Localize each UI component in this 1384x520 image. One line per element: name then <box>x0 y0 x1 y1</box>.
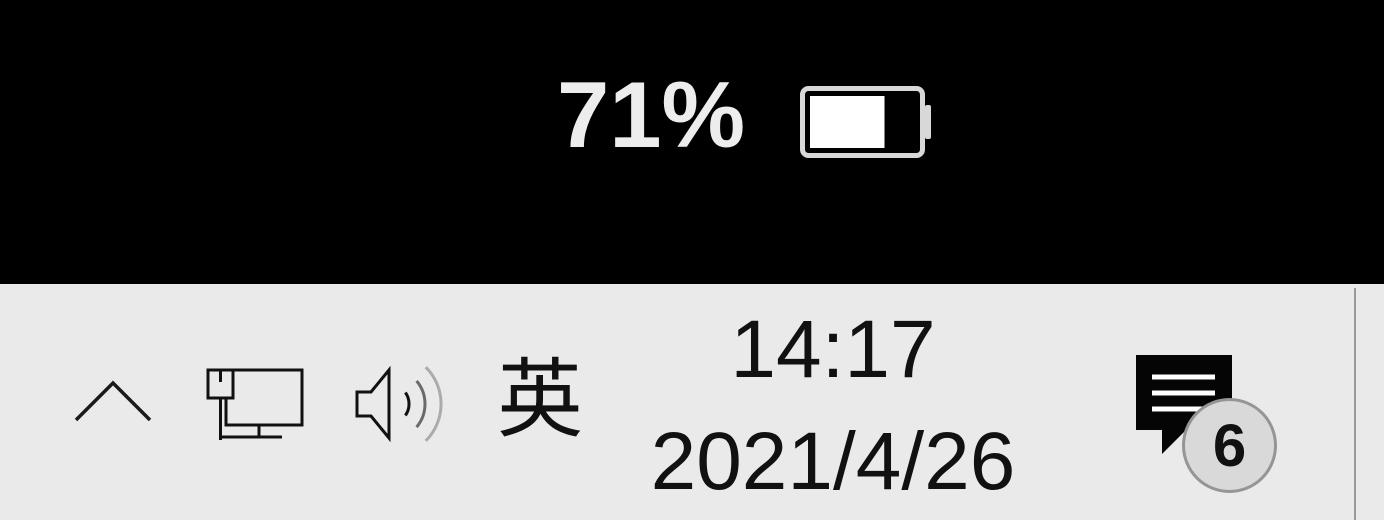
chevron-stroke <box>74 380 152 422</box>
speaker-volume-icon <box>355 365 443 443</box>
action-center-button[interactable]: 6 <box>1120 340 1290 495</box>
battery-flyout: 71% <box>0 0 1384 284</box>
ethernet-network-icon <box>206 368 304 440</box>
volume-wave-3 <box>424 366 443 442</box>
battery-terminal <box>925 105 931 139</box>
input-method-button[interactable]: 英 <box>485 350 595 450</box>
battery-percent-label: 71% <box>557 62 746 167</box>
clock-time: 14:17 <box>730 304 936 395</box>
speaker-body <box>355 365 391 443</box>
show-desktop-button[interactable] <box>1354 288 1384 520</box>
screen: 71% 英 14:17 2021/4/26 6 <box>0 0 1384 520</box>
volume-wave-1 <box>404 391 411 417</box>
monitor-outline <box>224 368 304 427</box>
show-hidden-icons-button[interactable] <box>62 360 162 440</box>
network-button[interactable] <box>196 355 316 450</box>
battery-icon <box>800 86 931 158</box>
battery-level-fill <box>810 96 885 148</box>
notification-count-badge: 6 <box>1182 398 1277 493</box>
volume-button[interactable] <box>345 355 457 450</box>
volume-wave-2 <box>415 379 427 429</box>
clock-date: 2021/4/26 <box>650 416 1016 507</box>
clock-button[interactable]: 14:17 2021/4/26 <box>630 300 1036 510</box>
chevron-up-icon <box>74 380 152 422</box>
taskbar-tray: 英 14:17 2021/4/26 6 <box>0 284 1384 520</box>
